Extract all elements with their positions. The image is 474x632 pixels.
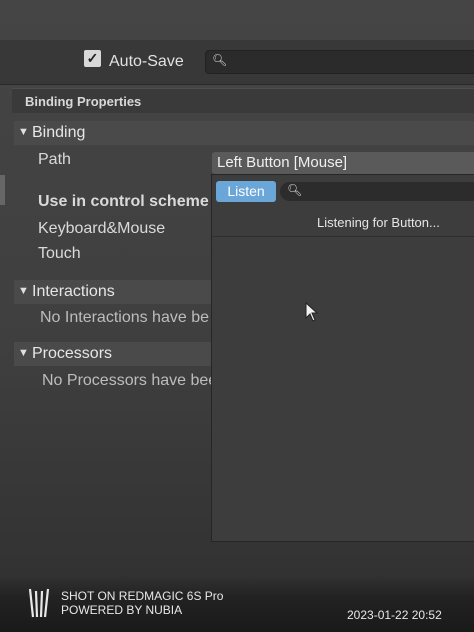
- mouse-cursor-icon: [305, 302, 319, 322]
- watermark-powered-by: POWERED BY NUBIA: [61, 603, 183, 617]
- collapse-triangle-icon: ▼: [18, 347, 29, 359]
- scheme-item-touch[interactable]: Touch: [38, 245, 81, 263]
- watermark-datetime: 2023-01-22 20:52: [347, 608, 442, 622]
- binding-section-title: Binding: [32, 124, 86, 141]
- search-input[interactable]: 🔍︎: [205, 50, 474, 74]
- interactions-empty-text: No Interactions have be: [40, 309, 209, 326]
- binding-section-header[interactable]: ▼ Binding: [14, 121, 474, 145]
- path-value: Left Button [Mouse]: [217, 154, 348, 171]
- autosave-label: Auto-Save: [109, 53, 184, 70]
- path-dropdown[interactable]: Left Button [Mouse]: [212, 152, 474, 174]
- control-scheme-label: Use in control scheme: [38, 193, 209, 210]
- collapse-triangle-icon: ▼: [18, 285, 29, 297]
- listen-button[interactable]: Listen: [216, 181, 276, 202]
- panel-edge-divider: [0, 175, 5, 205]
- binding-properties-header: Binding Properties: [12, 88, 474, 113]
- search-icon: 🔍︎: [287, 183, 303, 197]
- popup-search-input[interactable]: 🔍︎: [280, 182, 474, 201]
- collapse-triangle-icon: ▼: [18, 126, 29, 138]
- autosave-checkbox[interactable]: ✓: [84, 50, 101, 67]
- control-picker-popup: Listen 🔍︎ Listening for Button...: [211, 174, 474, 542]
- processors-section-title: Processors: [32, 345, 113, 362]
- interactions-section-title: Interactions: [32, 283, 115, 300]
- processors-empty-text: No Processors have bee: [42, 372, 218, 389]
- listening-status: Listening for Button...: [317, 215, 440, 230]
- processors-section-header[interactable]: ▼ Processors: [14, 342, 211, 366]
- path-label: Path: [38, 151, 71, 168]
- redmagic-logo-icon: [28, 588, 50, 618]
- interactions-section-header[interactable]: ▼ Interactions: [14, 280, 211, 304]
- search-icon: 🔍︎: [212, 53, 228, 67]
- popup-divider: [212, 236, 474, 237]
- panel-title: Binding Properties: [25, 94, 142, 109]
- watermark-shot-on: SHOT ON REDMAGIC 6S Pro: [61, 589, 224, 603]
- scheme-item-keyboard-mouse[interactable]: Keyboard&Mouse: [38, 220, 165, 238]
- editor-window: ✓ Auto-Save 🔍︎ Binding Properties ▼ Bind…: [0, 0, 474, 632]
